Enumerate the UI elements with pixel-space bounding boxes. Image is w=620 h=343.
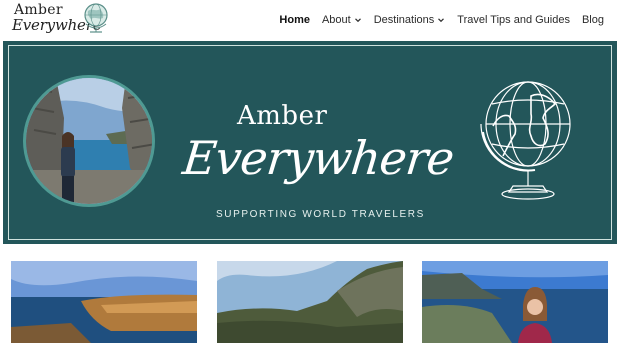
hero-photo-image: [26, 78, 152, 204]
nav-home[interactable]: Home: [279, 14, 310, 26]
nav-home-label: Home: [279, 14, 310, 26]
nav-destinations-label: Destinations: [373, 14, 435, 26]
globe-icon: [84, 3, 108, 33]
post-card-2[interactable]: [217, 261, 403, 343]
nav-blog-label: Blog: [581, 14, 604, 26]
post-card-3-image: [422, 261, 608, 343]
main-nav: Home About Destinations Travel Tips and …: [267, 12, 604, 28]
nav-travel-tips[interactable]: Travel Tips and Guides: [457, 14, 570, 26]
hero-title-amber: Amber: [237, 101, 328, 131]
hero-profile-photo: [23, 75, 155, 207]
chevron-down-icon: [438, 18, 445, 23]
site-header: Amber Everywhere Home About Destinations…: [0, 0, 620, 38]
nav-about-label: About: [321, 14, 351, 26]
hero-tagline: SUPPORTING WORLD TRAVELERS: [216, 209, 425, 220]
post-card-2-image: [217, 261, 403, 343]
post-card-1[interactable]: [11, 261, 197, 343]
post-card-3[interactable]: [422, 261, 608, 343]
globe-illustration-icon: [480, 81, 571, 200]
chevron-down-icon: [354, 18, 361, 23]
site-logo[interactable]: Amber Everywhere: [12, 2, 112, 36]
post-card-1-image: [11, 261, 197, 343]
nav-about[interactable]: About: [322, 14, 362, 26]
hero-banner: Amber Everywhere SUPPORTING WORLD TRAVEL…: [3, 41, 617, 244]
nav-travel-tips-label: Travel Tips and Guides: [457, 14, 570, 26]
nav-blog[interactable]: Blog: [582, 14, 604, 26]
hero-title-everywhere: Everywhere: [180, 131, 457, 185]
nav-destinations[interactable]: Destinations: [374, 14, 446, 26]
